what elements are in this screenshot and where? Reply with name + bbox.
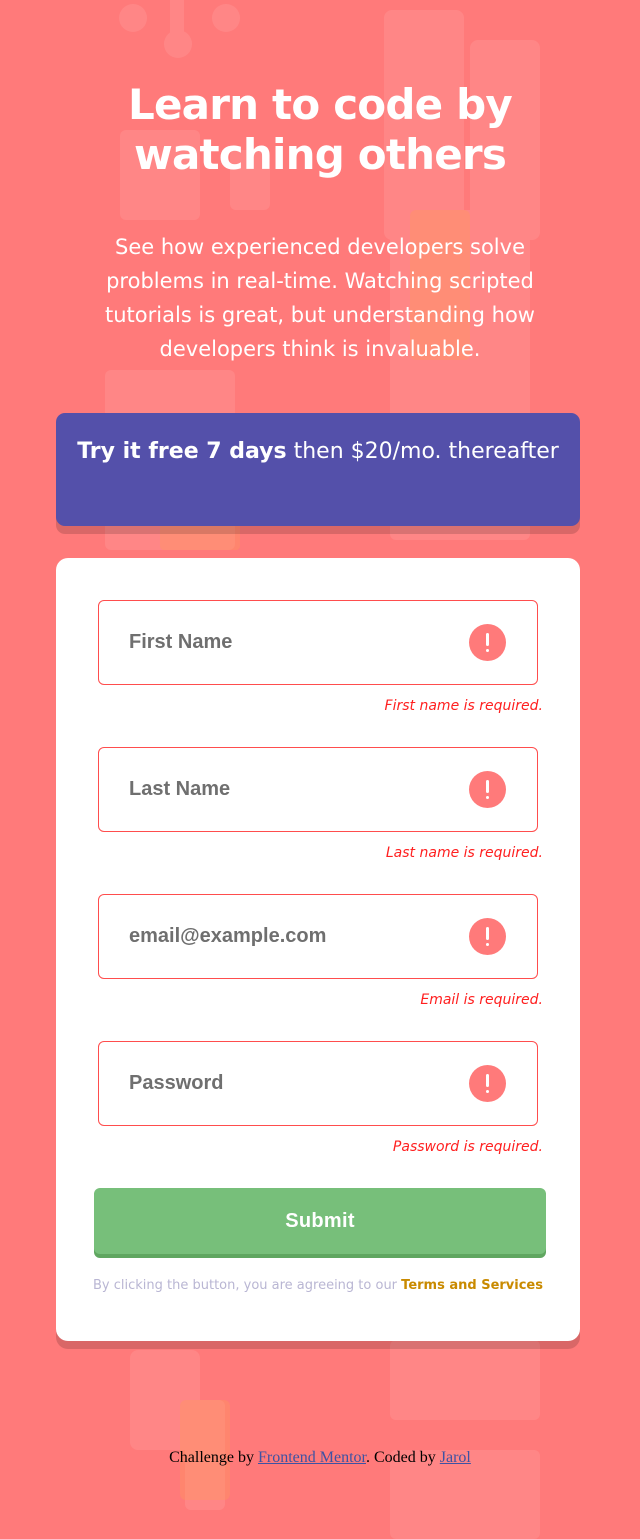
password-field [98, 1041, 538, 1126]
last-name-field [98, 747, 538, 832]
first-name-field [98, 600, 538, 685]
error-icon [469, 918, 506, 955]
first-name-input[interactable] [99, 601, 469, 684]
error-icon [469, 624, 506, 661]
attribution-prefix: Challenge by [169, 1449, 258, 1466]
frontend-mentor-link[interactable]: Frontend Mentor [258, 1449, 366, 1466]
signup-form: First name is required. Last name is req… [56, 558, 580, 1341]
author-link[interactable]: Jarol [440, 1449, 471, 1466]
promo-banner: Try it free 7 days then $20/mo. thereaft… [56, 413, 580, 526]
attribution-middle: . Coded by [365, 1449, 440, 1466]
error-icon [469, 771, 506, 808]
page-title: Learn to code by watching others [128, 80, 513, 179]
email-error: Email is required. [420, 992, 543, 1008]
terms-link[interactable]: Terms and Services [401, 1278, 543, 1293]
password-error: Password is required. [392, 1139, 543, 1155]
intro-text: See how experienced developers solve pro… [105, 235, 535, 361]
email-field [98, 894, 538, 979]
last-name-input[interactable] [99, 748, 469, 831]
email-input[interactable] [99, 895, 469, 978]
error-icon [469, 1065, 506, 1102]
promo-rest-text: then $20/mo. thereafter [286, 439, 559, 464]
terms-prefix: By clicking the button, you are agreeing… [92, 1278, 402, 1293]
promo-strong-text: Try it free 7 days [77, 439, 287, 464]
last-name-error: Last name is required. [385, 845, 543, 861]
password-input[interactable] [99, 1042, 469, 1125]
first-name-error: First name is required. [384, 698, 543, 714]
attribution: Challenge by Frontend Mentor. Coded by J… [0, 1449, 640, 1467]
terms-notice: By clicking the button, you are agreeing… [56, 1278, 580, 1293]
submit-button[interactable]: Submit [94, 1188, 546, 1254]
